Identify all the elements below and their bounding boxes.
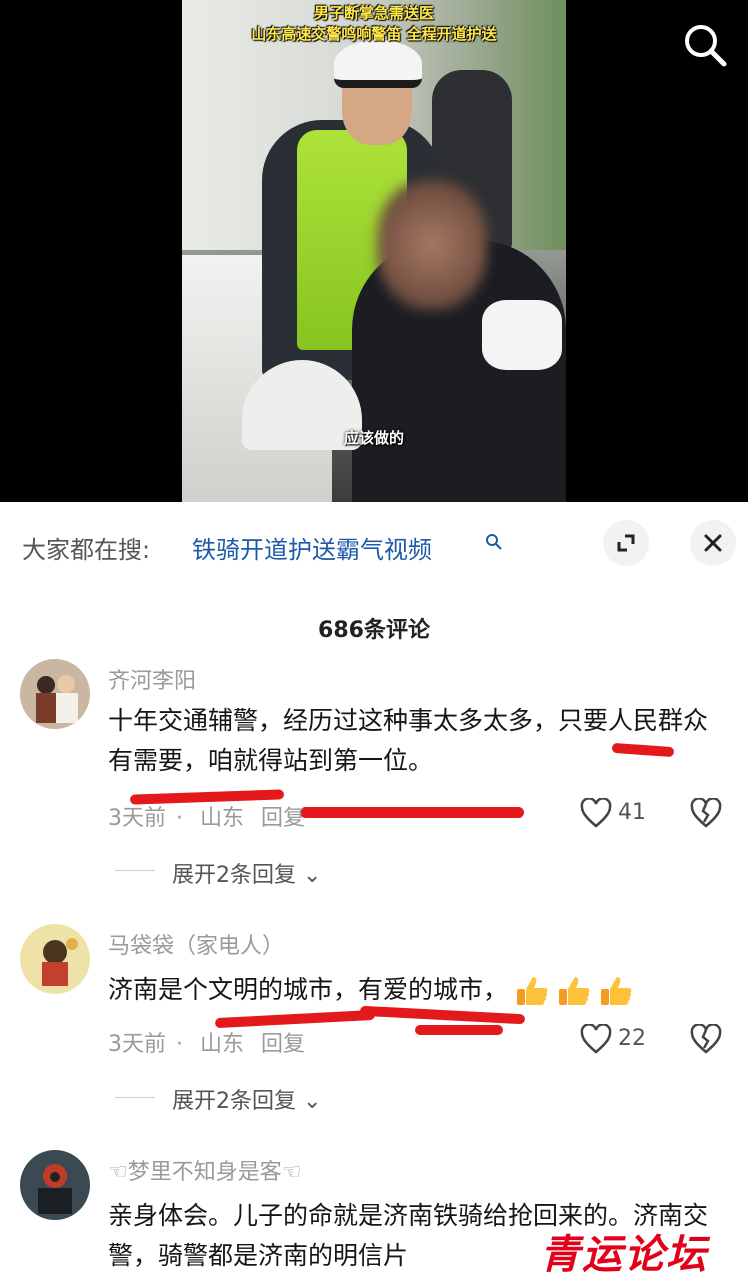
video-scene-officer-cap (334, 40, 422, 88)
expand-icon (617, 534, 635, 552)
heart-icon[interactable] (580, 1024, 612, 1054)
divider (115, 870, 155, 871)
video-scene-bandaged-hand (482, 300, 562, 370)
thumbs-up-emoji-icon (559, 977, 590, 1005)
video-player[interactable]: 男子断掌急需送医 山东高速交警鸣响警笛 全程开道护送 应该做的 (0, 0, 748, 502)
search-suggestion-link[interactable]: 铁骑开道护送霸气视频 (192, 530, 432, 565)
search-button[interactable] (680, 20, 730, 70)
comment-count: 686条评论 (318, 618, 430, 643)
like-count: 41 (618, 800, 646, 825)
video-title: 男子断掌急需送医 山东高速交警鸣响警笛 全程开道护送 (182, 3, 566, 45)
avatar[interactable] (20, 1150, 90, 1220)
close-button[interactable] (690, 520, 736, 566)
broken-heart-icon[interactable] (690, 1024, 722, 1054)
expand-replies-button[interactable]: 展开2条回复 ⌄ (172, 857, 321, 889)
chevron-down-icon: ⌄ (303, 1089, 322, 1114)
thumbs-up-emoji-icon (517, 977, 548, 1005)
expand-replies-label: 展开2条回复 (172, 1089, 296, 1114)
divider (115, 1097, 155, 1098)
search-suggestion-bar: 大家都在搜: 铁骑开道护送霸气视频 (0, 502, 748, 590)
comment-text-content: 济南是个文明的城市，有爱的城市， (108, 975, 509, 1004)
search-suggestion-prefix: 大家都在搜: (22, 536, 151, 564)
reply-button[interactable]: 回复 (261, 1032, 305, 1057)
comment-author[interactable]: ☜梦里不知身是客☜ (108, 1154, 301, 1186)
small-search-icon (486, 534, 502, 550)
thumbs-up-emoji-icon (601, 977, 632, 1005)
broken-heart-icon[interactable] (690, 798, 722, 828)
search-icon (685, 25, 727, 67)
comment-meta: 3天前 · 山东 回复 (108, 1032, 306, 1057)
comment-time: 3天前 (108, 806, 166, 831)
annotation-underline (415, 1025, 503, 1035)
comment-author[interactable]: 齐河李阳 (108, 663, 196, 695)
comment-location: 山东 (200, 806, 245, 831)
comment-time: 3天前 (108, 1032, 166, 1057)
comment-text: 济南是个文明的城市，有爱的城市， (108, 970, 723, 1010)
chevron-down-icon: ⌄ (303, 863, 322, 888)
annotation-scribble (300, 807, 524, 818)
avatar[interactable] (20, 924, 90, 994)
avatar[interactable] (20, 659, 90, 729)
comment-location: 山东 (200, 1032, 245, 1057)
video-title-line-1: 男子断掌急需送医 (313, 4, 434, 22)
expand-button[interactable] (603, 520, 649, 566)
video-subtitle: 应该做的 (343, 429, 404, 447)
video-scene-blurred-face (377, 180, 487, 310)
expand-replies-label: 展开2条回复 (172, 863, 296, 888)
comment-author[interactable]: 马袋袋（家电人） (108, 928, 284, 960)
heart-icon[interactable] (580, 798, 612, 828)
like-count: 22 (618, 1026, 646, 1051)
watermark-logo: 青运论坛 (540, 1232, 708, 1278)
comment-text: 十年交通辅警，经历过这种事太多太多，只要人民群众有需要，咱就得站到第一位。 (108, 706, 709, 775)
comment-meta: 3天前 · 山东 回复 (108, 806, 306, 831)
expand-replies-button[interactable]: 展开2条回复 ⌄ (172, 1083, 321, 1115)
reply-button[interactable]: 回复 (261, 806, 305, 831)
video-title-line-2: 山东高速交警鸣响警笛 全程开道护送 (251, 25, 497, 43)
close-icon (704, 534, 722, 552)
